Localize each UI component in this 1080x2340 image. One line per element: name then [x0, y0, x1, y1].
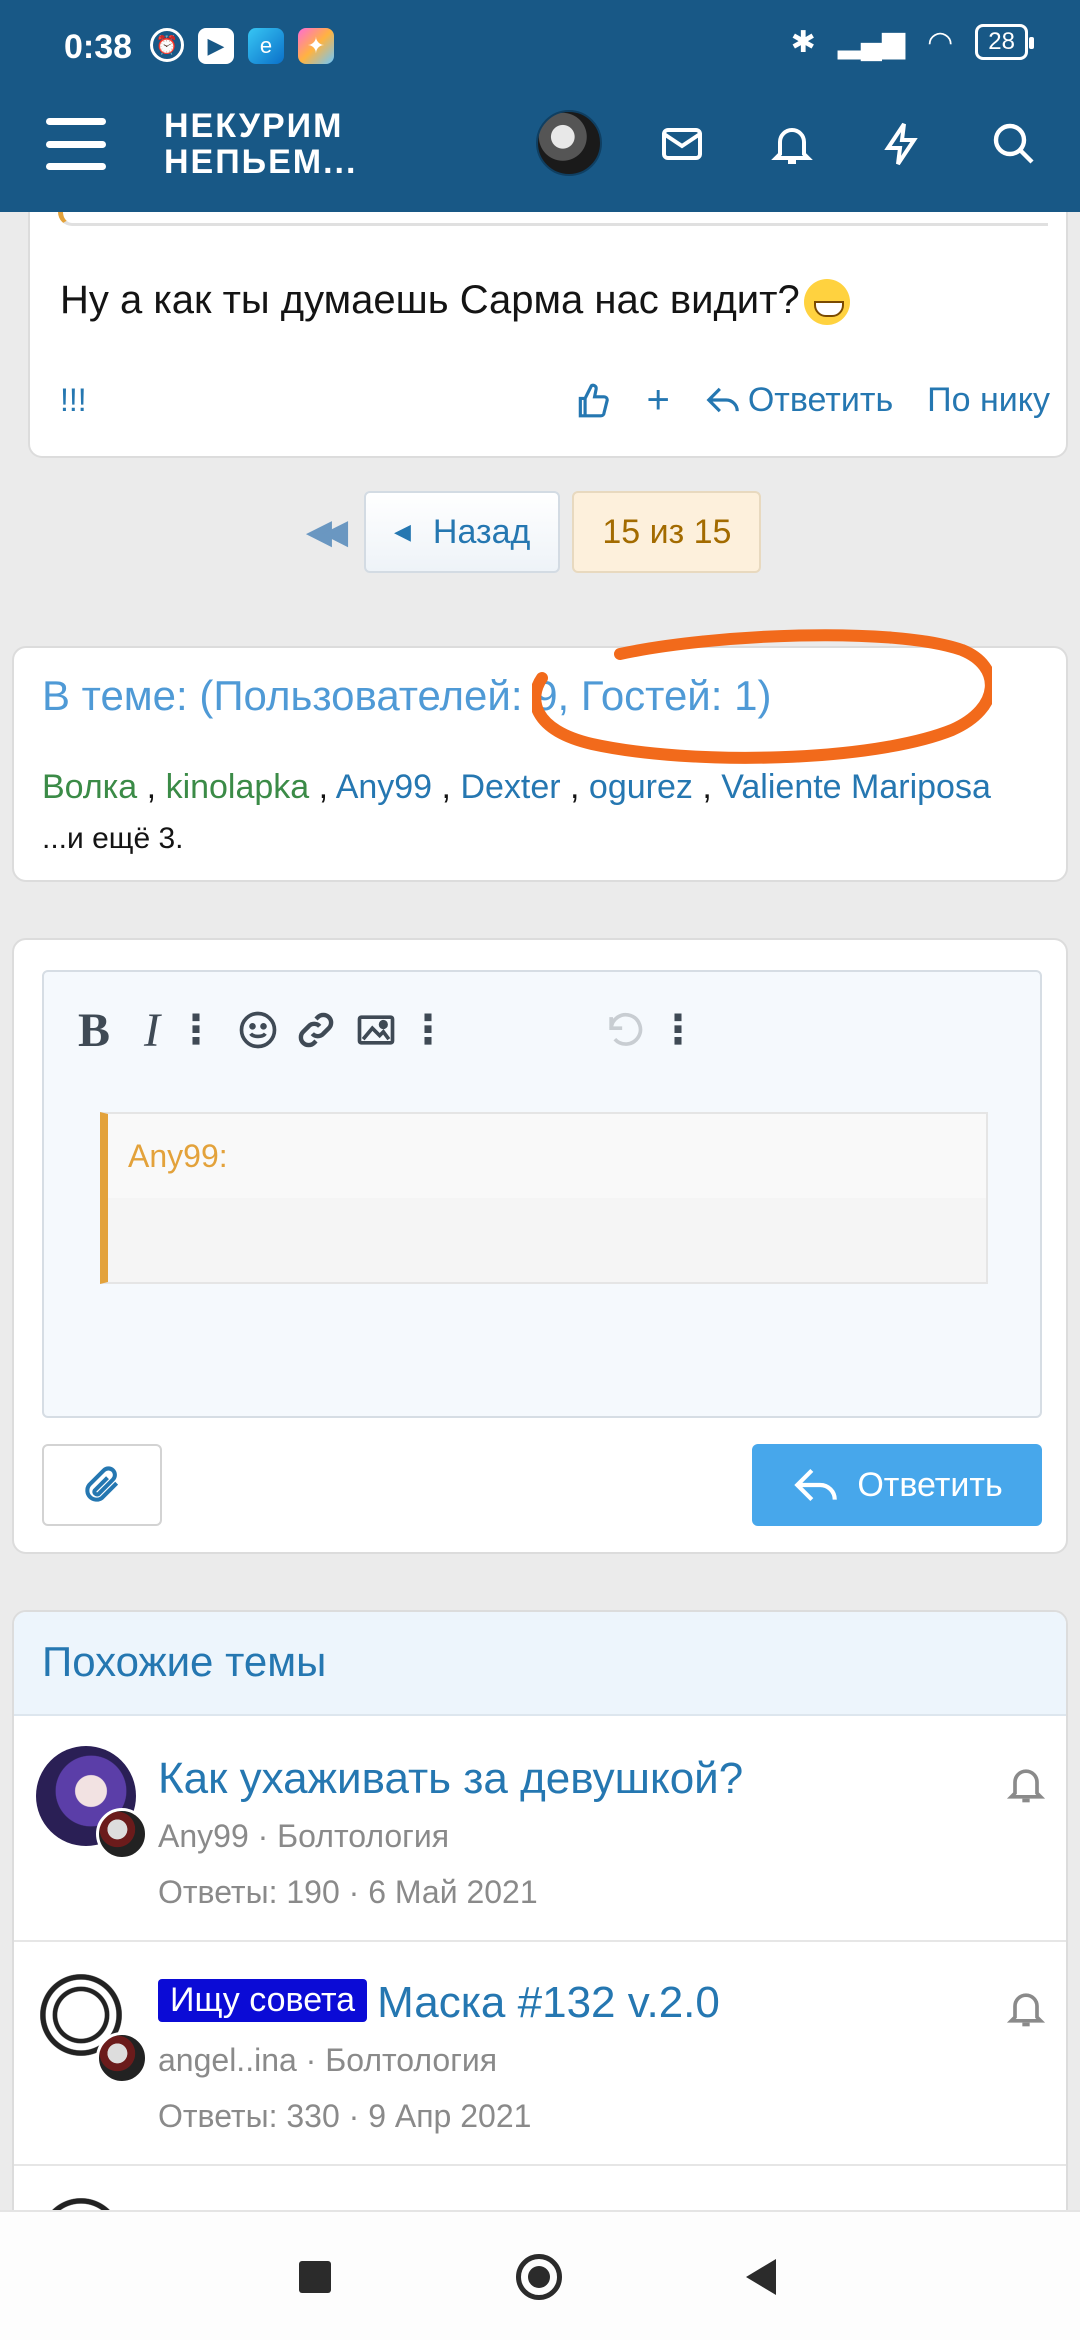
recents-button[interactable]: [290, 2252, 340, 2302]
thread-title[interactable]: Как ухаживать за девушкой?: [158, 1754, 743, 1804]
online-user[interactable]: Any99: [336, 768, 432, 806]
bell-icon[interactable]: [762, 114, 822, 174]
online-more: ...и ещё 3.: [42, 822, 184, 855]
reply-icon: [706, 387, 739, 413]
quick-reply: B I ⋮ ⋮ ⋮ Any99: Ответить: [12, 938, 1068, 1554]
browser-icon: e: [248, 28, 284, 64]
site-logo[interactable]: НЕКУРИМ НЕПЬЕМ...: [164, 108, 357, 180]
notification-icons: ⏰ ▶ e ✦: [150, 28, 334, 64]
battery-icon: 28: [975, 24, 1034, 60]
list-item[interactable]: Ищу совета Маска #132 v.2.0 angel..ina · …: [14, 1942, 1066, 2166]
reply-icon: [794, 1468, 838, 1502]
thumbs-up-icon: [579, 383, 610, 418]
last-poster-avatar[interactable]: [96, 2032, 148, 2084]
online-title[interactable]: В теме: (Пользователей: 9, Гостей: 1): [42, 672, 771, 720]
back-button[interactable]: [736, 2252, 786, 2302]
list-item[interactable]: Как ухаживать за девушкой? Any99 · Болто…: [14, 1718, 1066, 1942]
user-avatar[interactable]: [536, 110, 602, 176]
reaction-link[interactable]: !!!: [60, 382, 87, 419]
status-bar: 0:38 ⏰ ▶ e ✦ ✱ ▂▄▆ ◠ 28: [0, 0, 1080, 96]
emoji-icon[interactable]: [230, 1002, 286, 1058]
bell-icon[interactable]: [1004, 1986, 1048, 2030]
online-in-thread: В теме: (Пользователей: 9, Гостей: 1) Во…: [12, 646, 1068, 882]
post-text: Ну а как ты думаешь Сарма нас видит?: [60, 278, 850, 326]
nav-bar: НЕКУРИМ НЕПЬЕМ...: [0, 96, 1080, 212]
bluetooth-icon: ✱: [790, 25, 816, 59]
first-page-icon[interactable]: ◀◀: [292, 490, 352, 574]
online-user[interactable]: Волка: [42, 768, 137, 806]
attach-button[interactable]: [42, 1444, 162, 1526]
caret-left-icon: ◀: [394, 519, 411, 544]
online-user[interactable]: kinolapka: [166, 768, 310, 806]
square-icon: [299, 2261, 331, 2293]
post-actions: !!! + Ответить По нику: [60, 370, 1050, 430]
thread-title[interactable]: Ищу совета Маска #132 v.2.0: [158, 1978, 720, 2028]
editor-toolbar: B I ⋮ ⋮ ⋮: [44, 972, 1040, 1092]
gallery-icon: ✦: [298, 28, 334, 64]
circle-icon: [516, 2254, 562, 2300]
quote-edge: [58, 212, 1048, 226]
post-message: Ну а как ты думаешь Сарма нас видит? !!!…: [28, 212, 1068, 458]
inbox-icon[interactable]: [652, 114, 712, 174]
like-button[interactable]: [574, 381, 612, 419]
last-poster-avatar[interactable]: [96, 1808, 148, 1860]
more-text-icon[interactable]: ⋮: [168, 1002, 224, 1058]
bold-icon[interactable]: B: [66, 1002, 122, 1058]
image-icon[interactable]: [348, 1002, 404, 1058]
undo-icon[interactable]: [596, 1002, 652, 1058]
multiquote-button[interactable]: +: [646, 378, 669, 423]
bell-icon[interactable]: [1004, 1762, 1048, 1806]
system-icons: ✱ ▂▄▆ ◠ 28: [790, 24, 1034, 60]
reply-button[interactable]: Ответить: [752, 1444, 1042, 1526]
signal-icon: ▂▄▆: [837, 25, 906, 59]
status-time: 0:38: [64, 28, 133, 66]
similar-heading: Похожие темы: [14, 1612, 1066, 1716]
thread-stats: Ответы: 330 · 9 Апр 2021: [158, 2098, 532, 2134]
editor-footer: Ответить: [42, 1444, 1042, 1528]
lightning-icon[interactable]: [872, 114, 932, 174]
online-user[interactable]: Valiente Mariposa: [721, 768, 991, 806]
search-icon[interactable]: [984, 114, 1044, 174]
thread-meta: angel..ina · Болтология: [158, 2042, 498, 2078]
back-triangle-icon: [746, 2259, 776, 2295]
online-user-list: Волка , kinolapka , Any99 , Dexter , ogu…: [42, 768, 991, 806]
home-button[interactable]: [514, 2252, 564, 2302]
online-user[interactable]: Dexter: [460, 768, 560, 806]
rich-text-editor[interactable]: B I ⋮ ⋮ ⋮ Any99:: [42, 970, 1042, 1418]
by-nick-link[interactable]: По нику: [927, 381, 1050, 420]
alarm-icon: ⏰: [150, 28, 184, 62]
more-options-icon[interactable]: ⋮: [650, 1002, 706, 1058]
quote-block[interactable]: Any99:: [100, 1112, 988, 1284]
thread-stats: Ответы: 190 · 6 Май 2021: [158, 1874, 538, 1910]
prev-page-button[interactable]: ◀ Назад: [364, 491, 561, 573]
thread-prefix: Ищу совета: [158, 1979, 368, 2022]
more-insert-icon[interactable]: ⋮: [400, 1002, 456, 1058]
menu-icon[interactable]: [46, 118, 106, 170]
quote-author: Any99:: [108, 1114, 986, 1198]
pagination: ◀◀ ◀ Назад 15 из 15: [292, 490, 762, 574]
app-header: 0:38 ⏰ ▶ e ✦ ✱ ▂▄▆ ◠ 28 НЕКУРИМ НЕПЬЕМ..…: [0, 0, 1080, 212]
link-icon[interactable]: [288, 1002, 344, 1058]
grin-emoji-icon: [803, 279, 850, 326]
wifi-icon: ◠: [927, 25, 954, 59]
system-nav-bar: [0, 2210, 1080, 2340]
reply-link[interactable]: Ответить: [704, 381, 893, 420]
youtube-icon: ▶: [198, 28, 234, 64]
online-user[interactable]: ogurez: [589, 768, 693, 806]
current-page[interactable]: 15 из 15: [572, 491, 762, 573]
paperclip-icon: [85, 1466, 119, 1502]
thread-meta: Any99 · Болтология: [158, 1818, 450, 1854]
